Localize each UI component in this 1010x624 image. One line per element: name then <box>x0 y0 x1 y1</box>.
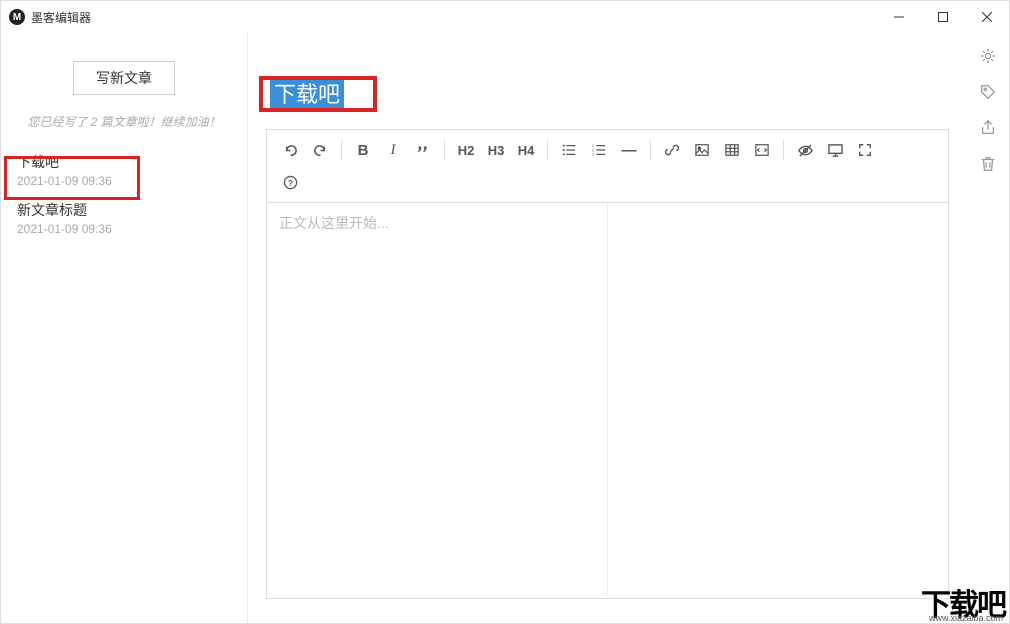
article-title: 新文章标题 <box>17 200 231 220</box>
svg-text:3: 3 <box>592 153 594 157</box>
ul-button[interactable] <box>554 136 584 164</box>
editor-toolbar: B I H2 H3 H4 123 — <box>266 129 949 203</box>
app-logo-icon: M <box>9 9 25 25</box>
titlebar: M 墨客编辑器 <box>1 1 1009 33</box>
settings-button[interactable] <box>977 45 999 67</box>
main-area: 写新文章 您已经写了 2 篇文章啦！继续加油！ 下载吧 2021-01-09 0… <box>1 33 1009 623</box>
bold-button[interactable]: B <box>348 136 378 164</box>
window-title: 墨客编辑器 <box>31 9 91 26</box>
h3-button[interactable]: H3 <box>481 136 511 164</box>
h2-button[interactable]: H2 <box>451 136 481 164</box>
editor-textarea[interactable]: 正文从这里开始... <box>267 203 607 598</box>
article-list-item[interactable]: 下载吧 2021-01-09 09:36 <box>1 144 247 192</box>
preview-button[interactable] <box>790 136 820 164</box>
sidebar: 写新文章 您已经写了 2 篇文章啦！继续加油！ 下载吧 2021-01-09 0… <box>1 33 248 623</box>
watermark-url: www.xiazaiba.com <box>929 613 1003 623</box>
toolbar-separator <box>783 140 784 160</box>
ol-button[interactable]: 123 <box>584 136 614 164</box>
new-article-button[interactable]: 写新文章 <box>73 61 175 95</box>
link-button[interactable] <box>657 136 687 164</box>
toolbar-separator <box>341 140 342 160</box>
redo-button[interactable] <box>305 136 335 164</box>
quote-button[interactable] <box>408 136 438 164</box>
table-button[interactable] <box>717 136 747 164</box>
article-list-item[interactable]: 新文章标题 2021-01-09 09:36 <box>1 192 247 240</box>
right-rail <box>967 33 1009 623</box>
close-button[interactable] <box>965 1 1009 33</box>
trash-button[interactable] <box>977 153 999 175</box>
image-button[interactable] <box>687 136 717 164</box>
toolbar-separator <box>650 140 651 160</box>
help-button[interactable]: ? <box>275 168 305 196</box>
article-date: 2021-01-09 09:36 <box>17 222 231 236</box>
italic-button[interactable]: I <box>378 136 408 164</box>
desktop-button[interactable] <box>820 136 850 164</box>
tag-button[interactable] <box>977 81 999 103</box>
hr-button[interactable]: — <box>614 136 644 164</box>
article-title: 下载吧 <box>17 152 231 172</box>
undo-button[interactable] <box>275 136 305 164</box>
fullscreen-button[interactable] <box>850 136 880 164</box>
svg-text:1: 1 <box>592 144 594 148</box>
minimize-button[interactable] <box>877 1 921 33</box>
toolbar-separator <box>547 140 548 160</box>
share-button[interactable] <box>977 117 999 139</box>
h4-button[interactable]: H4 <box>511 136 541 164</box>
editor-body: 正文从这里开始... <box>266 203 949 599</box>
preview-pane <box>607 203 948 598</box>
code-button[interactable] <box>747 136 777 164</box>
article-date: 2021-01-09 09:36 <box>17 174 231 188</box>
maximize-button[interactable] <box>921 1 965 33</box>
editor-column: 下载吧 B I H2 H3 H4 123 — <box>248 33 967 623</box>
article-stats-text: 您已经写了 2 篇文章啦！继续加油！ <box>1 113 247 130</box>
svg-text:2: 2 <box>592 148 594 152</box>
document-title[interactable]: 下载吧 <box>270 77 344 109</box>
window-controls <box>877 1 1009 33</box>
toolbar-separator <box>444 140 445 160</box>
svg-text:?: ? <box>287 177 292 187</box>
